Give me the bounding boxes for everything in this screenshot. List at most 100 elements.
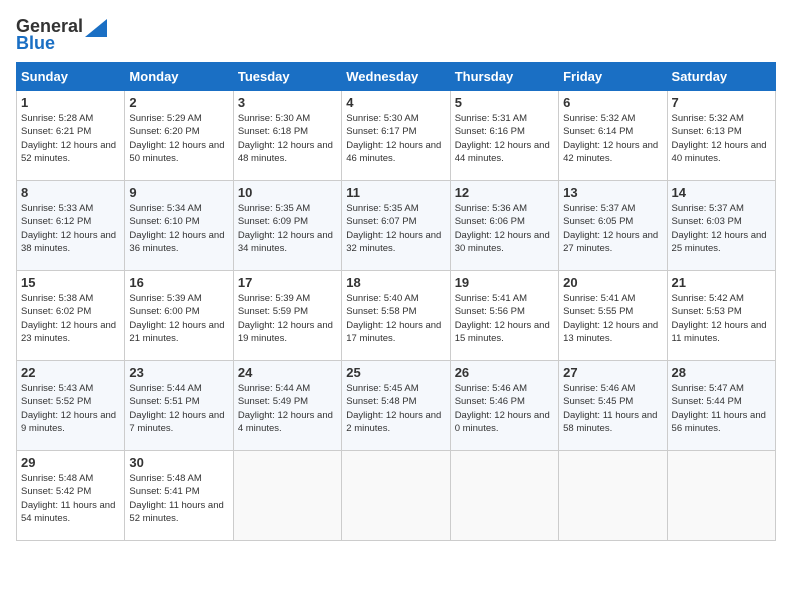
table-row: 11 Sunrise: 5:35 AMSunset: 6:07 PMDayligh… (342, 181, 450, 271)
weekday-header-tuesday: Tuesday (233, 63, 341, 91)
calendar-table: Sunday Monday Tuesday Wednesday Thursday… (16, 62, 776, 541)
day-number: 21 (672, 275, 771, 290)
day-number: 14 (672, 185, 771, 200)
table-row: 17 Sunrise: 5:39 AMSunset: 5:59 PMDayligh… (233, 271, 341, 361)
cell-info: Sunrise: 5:38 AMSunset: 6:02 PMDaylight:… (21, 293, 116, 344)
table-row: 22 Sunrise: 5:43 AMSunset: 5:52 PMDayligh… (17, 361, 125, 451)
cell-info: Sunrise: 5:28 AMSunset: 6:21 PMDaylight:… (21, 113, 116, 164)
day-number: 18 (346, 275, 445, 290)
table-row: 8 Sunrise: 5:33 AMSunset: 6:12 PMDaylight… (17, 181, 125, 271)
day-number: 22 (21, 365, 120, 380)
table-row: 26 Sunrise: 5:46 AMSunset: 5:46 PMDayligh… (450, 361, 558, 451)
table-row: 13 Sunrise: 5:37 AMSunset: 6:05 PMDayligh… (559, 181, 667, 271)
table-row: 30Sunrise: 5:48 AMSunset: 5:41 PMDayligh… (125, 451, 233, 541)
day-number: 5 (455, 95, 554, 110)
day-number: 12 (455, 185, 554, 200)
table-row: 6 Sunrise: 5:32 AMSunset: 6:14 PMDaylight… (559, 91, 667, 181)
day-number: 17 (238, 275, 337, 290)
cell-info: Sunrise: 5:29 AMSunset: 6:20 PMDaylight:… (129, 113, 224, 164)
table-row (450, 451, 558, 541)
day-number: 20 (563, 275, 662, 290)
day-number: 11 (346, 185, 445, 200)
cell-info: Sunrise: 5:48 AMSunset: 5:42 PMDaylight:… (21, 473, 115, 524)
cell-info: Sunrise: 5:35 AMSunset: 6:07 PMDaylight:… (346, 203, 441, 254)
table-row: 28 Sunrise: 5:47 AMSunset: 5:44 PMDayligh… (667, 361, 775, 451)
day-number: 13 (563, 185, 662, 200)
table-row: 25Sunrise: 5:45 AMSunset: 5:48 PMDayligh… (342, 361, 450, 451)
table-row: 5 Sunrise: 5:31 AMSunset: 6:16 PMDaylight… (450, 91, 558, 181)
cell-info: Sunrise: 5:39 AMSunset: 6:00 PMDaylight:… (129, 293, 224, 344)
cell-info: Sunrise: 5:47 AMSunset: 5:44 PMDaylight:… (672, 383, 766, 434)
day-number: 15 (21, 275, 120, 290)
day-number: 8 (21, 185, 120, 200)
cell-info: Sunrise: 5:35 AMSunset: 6:09 PMDaylight:… (238, 203, 333, 254)
table-row: 19 Sunrise: 5:41 AMSunset: 5:56 PMDayligh… (450, 271, 558, 361)
day-number: 27 (563, 365, 662, 380)
cell-info: Sunrise: 5:43 AMSunset: 5:52 PMDaylight:… (21, 383, 116, 434)
weekday-header-thursday: Thursday (450, 63, 558, 91)
cell-info: Sunrise: 5:41 AMSunset: 5:56 PMDaylight:… (455, 293, 550, 344)
table-row: 3 Sunrise: 5:30 AMSunset: 6:18 PMDaylight… (233, 91, 341, 181)
cell-info: Sunrise: 5:34 AMSunset: 6:10 PMDaylight:… (129, 203, 224, 254)
day-number: 29 (21, 455, 120, 470)
day-number: 6 (563, 95, 662, 110)
day-number: 24 (238, 365, 337, 380)
table-row: 7 Sunrise: 5:32 AMSunset: 6:13 PMDaylight… (667, 91, 775, 181)
day-number: 16 (129, 275, 228, 290)
table-row (233, 451, 341, 541)
cell-info: Sunrise: 5:39 AMSunset: 5:59 PMDaylight:… (238, 293, 333, 344)
day-number: 26 (455, 365, 554, 380)
cell-info: Sunrise: 5:48 AMSunset: 5:41 PMDaylight:… (129, 473, 223, 524)
table-row: 12 Sunrise: 5:36 AMSunset: 6:06 PMDayligh… (450, 181, 558, 271)
cell-info: Sunrise: 5:46 AMSunset: 5:46 PMDaylight:… (455, 383, 550, 434)
day-number: 4 (346, 95, 445, 110)
table-row: 20 Sunrise: 5:41 AMSunset: 5:55 PMDayligh… (559, 271, 667, 361)
day-number: 9 (129, 185, 228, 200)
cell-info: Sunrise: 5:37 AMSunset: 6:05 PMDaylight:… (563, 203, 658, 254)
cell-info: Sunrise: 5:31 AMSunset: 6:16 PMDaylight:… (455, 113, 550, 164)
table-row: 9 Sunrise: 5:34 AMSunset: 6:10 PMDaylight… (125, 181, 233, 271)
table-row (667, 451, 775, 541)
day-number: 3 (238, 95, 337, 110)
cell-info: Sunrise: 5:37 AMSunset: 6:03 PMDaylight:… (672, 203, 767, 254)
day-number: 2 (129, 95, 228, 110)
table-row (559, 451, 667, 541)
cell-info: Sunrise: 5:45 AMSunset: 5:48 PMDaylight:… (346, 383, 441, 434)
cell-info: Sunrise: 5:36 AMSunset: 6:06 PMDaylight:… (455, 203, 550, 254)
weekday-header-sunday: Sunday (17, 63, 125, 91)
table-row: 10 Sunrise: 5:35 AMSunset: 6:09 PMDayligh… (233, 181, 341, 271)
logo-blue-text: Blue (16, 33, 55, 54)
cell-info: Sunrise: 5:40 AMSunset: 5:58 PMDaylight:… (346, 293, 441, 344)
cell-info: Sunrise: 5:41 AMSunset: 5:55 PMDaylight:… (563, 293, 658, 344)
weekday-header-saturday: Saturday (667, 63, 775, 91)
cell-info: Sunrise: 5:44 AMSunset: 5:51 PMDaylight:… (129, 383, 224, 434)
table-row: 29 Sunrise: 5:48 AMSunset: 5:42 PMDayligh… (17, 451, 125, 541)
table-row: 14 Sunrise: 5:37 AMSunset: 6:03 PMDayligh… (667, 181, 775, 271)
weekday-header-monday: Monday (125, 63, 233, 91)
table-row: 15 Sunrise: 5:38 AMSunset: 6:02 PMDayligh… (17, 271, 125, 361)
logo-icon (85, 19, 107, 37)
table-row: 27 Sunrise: 5:46 AMSunset: 5:45 PMDayligh… (559, 361, 667, 451)
table-row: 23 Sunrise: 5:44 AMSunset: 5:51 PMDayligh… (125, 361, 233, 451)
table-row: 2 Sunrise: 5:29 AMSunset: 6:20 PMDaylight… (125, 91, 233, 181)
table-row: 1 Sunrise: 5:28 AMSunset: 6:21 PMDaylight… (17, 91, 125, 181)
cell-info: Sunrise: 5:42 AMSunset: 5:53 PMDaylight:… (672, 293, 767, 344)
table-row: 24Sunrise: 5:44 AMSunset: 5:49 PMDayligh… (233, 361, 341, 451)
cell-info: Sunrise: 5:32 AMSunset: 6:14 PMDaylight:… (563, 113, 658, 164)
cell-info: Sunrise: 5:32 AMSunset: 6:13 PMDaylight:… (672, 113, 767, 164)
day-number: 1 (21, 95, 120, 110)
logo: General Blue (16, 16, 107, 54)
day-number: 10 (238, 185, 337, 200)
cell-info: Sunrise: 5:46 AMSunset: 5:45 PMDaylight:… (563, 383, 657, 434)
cell-info: Sunrise: 5:33 AMSunset: 6:12 PMDaylight:… (21, 203, 116, 254)
cell-info: Sunrise: 5:30 AMSunset: 6:17 PMDaylight:… (346, 113, 441, 164)
day-number: 23 (129, 365, 228, 380)
weekday-header-friday: Friday (559, 63, 667, 91)
cell-info: Sunrise: 5:30 AMSunset: 6:18 PMDaylight:… (238, 113, 333, 164)
table-row (342, 451, 450, 541)
day-number: 28 (672, 365, 771, 380)
table-row: 16 Sunrise: 5:39 AMSunset: 6:00 PMDayligh… (125, 271, 233, 361)
day-number: 7 (672, 95, 771, 110)
day-number: 19 (455, 275, 554, 290)
weekday-header-wednesday: Wednesday (342, 63, 450, 91)
